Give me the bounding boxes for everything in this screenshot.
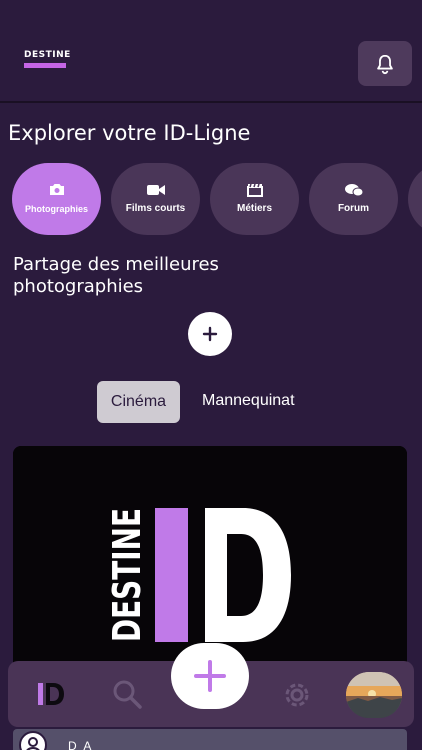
category-films-courts[interactable]: Films courts [111, 163, 200, 235]
bell-icon [377, 54, 393, 74]
add-photo-button[interactable] [188, 312, 232, 356]
category-label: Forum [337, 203, 370, 214]
destine-logo[interactable]: DESTINE [24, 50, 71, 70]
nav-search[interactable] [110, 678, 144, 710]
author-avatar[interactable] [19, 731, 47, 750]
author-name: D A [68, 739, 94, 750]
clapperboard-icon [246, 183, 263, 197]
settings-gear-icon [285, 683, 309, 707]
brand-vertical-text: DESTINE [105, 508, 149, 642]
share-title: Partage des meilleures photographies [13, 254, 219, 297]
search-icon [113, 680, 142, 709]
explore-title: Explorer votre ID-Ligne [8, 121, 251, 145]
chat-bubbles-icon [344, 183, 364, 197]
category-label: Métiers [236, 203, 272, 214]
camera-icon [49, 183, 65, 197]
profile-avatar[interactable] [346, 672, 402, 718]
home-id-logo-icon [38, 683, 64, 705]
category-photographies[interactable]: Photographies [12, 163, 101, 235]
user-icon [26, 737, 40, 750]
category-next-partial[interactable] [408, 163, 422, 235]
notifications-button[interactable] [358, 41, 412, 86]
sunset-photo [346, 672, 402, 718]
category-carousel[interactable]: Photographies Films courts Métiers Forum [12, 163, 422, 235]
add-post-fab[interactable] [171, 643, 249, 709]
add-post-icon [194, 660, 226, 692]
tab-mannequinat[interactable]: Mannequinat [202, 392, 295, 410]
tab-cinema[interactable]: Cinéma [97, 381, 180, 423]
category-metiers[interactable]: Métiers [210, 163, 299, 235]
nav-settings[interactable] [279, 678, 315, 712]
logo-bar [24, 63, 66, 68]
category-label: Films courts [125, 203, 186, 214]
nav-home[interactable] [36, 681, 66, 707]
plus-icon [202, 326, 218, 342]
category-label: Photographies [24, 204, 88, 214]
video-icon [146, 183, 165, 197]
app-header: DESTINE [0, 0, 422, 103]
logo-text: DESTINE [24, 50, 71, 60]
category-forum[interactable]: Forum [309, 163, 398, 235]
post-author-bar[interactable]: D A [13, 729, 407, 750]
